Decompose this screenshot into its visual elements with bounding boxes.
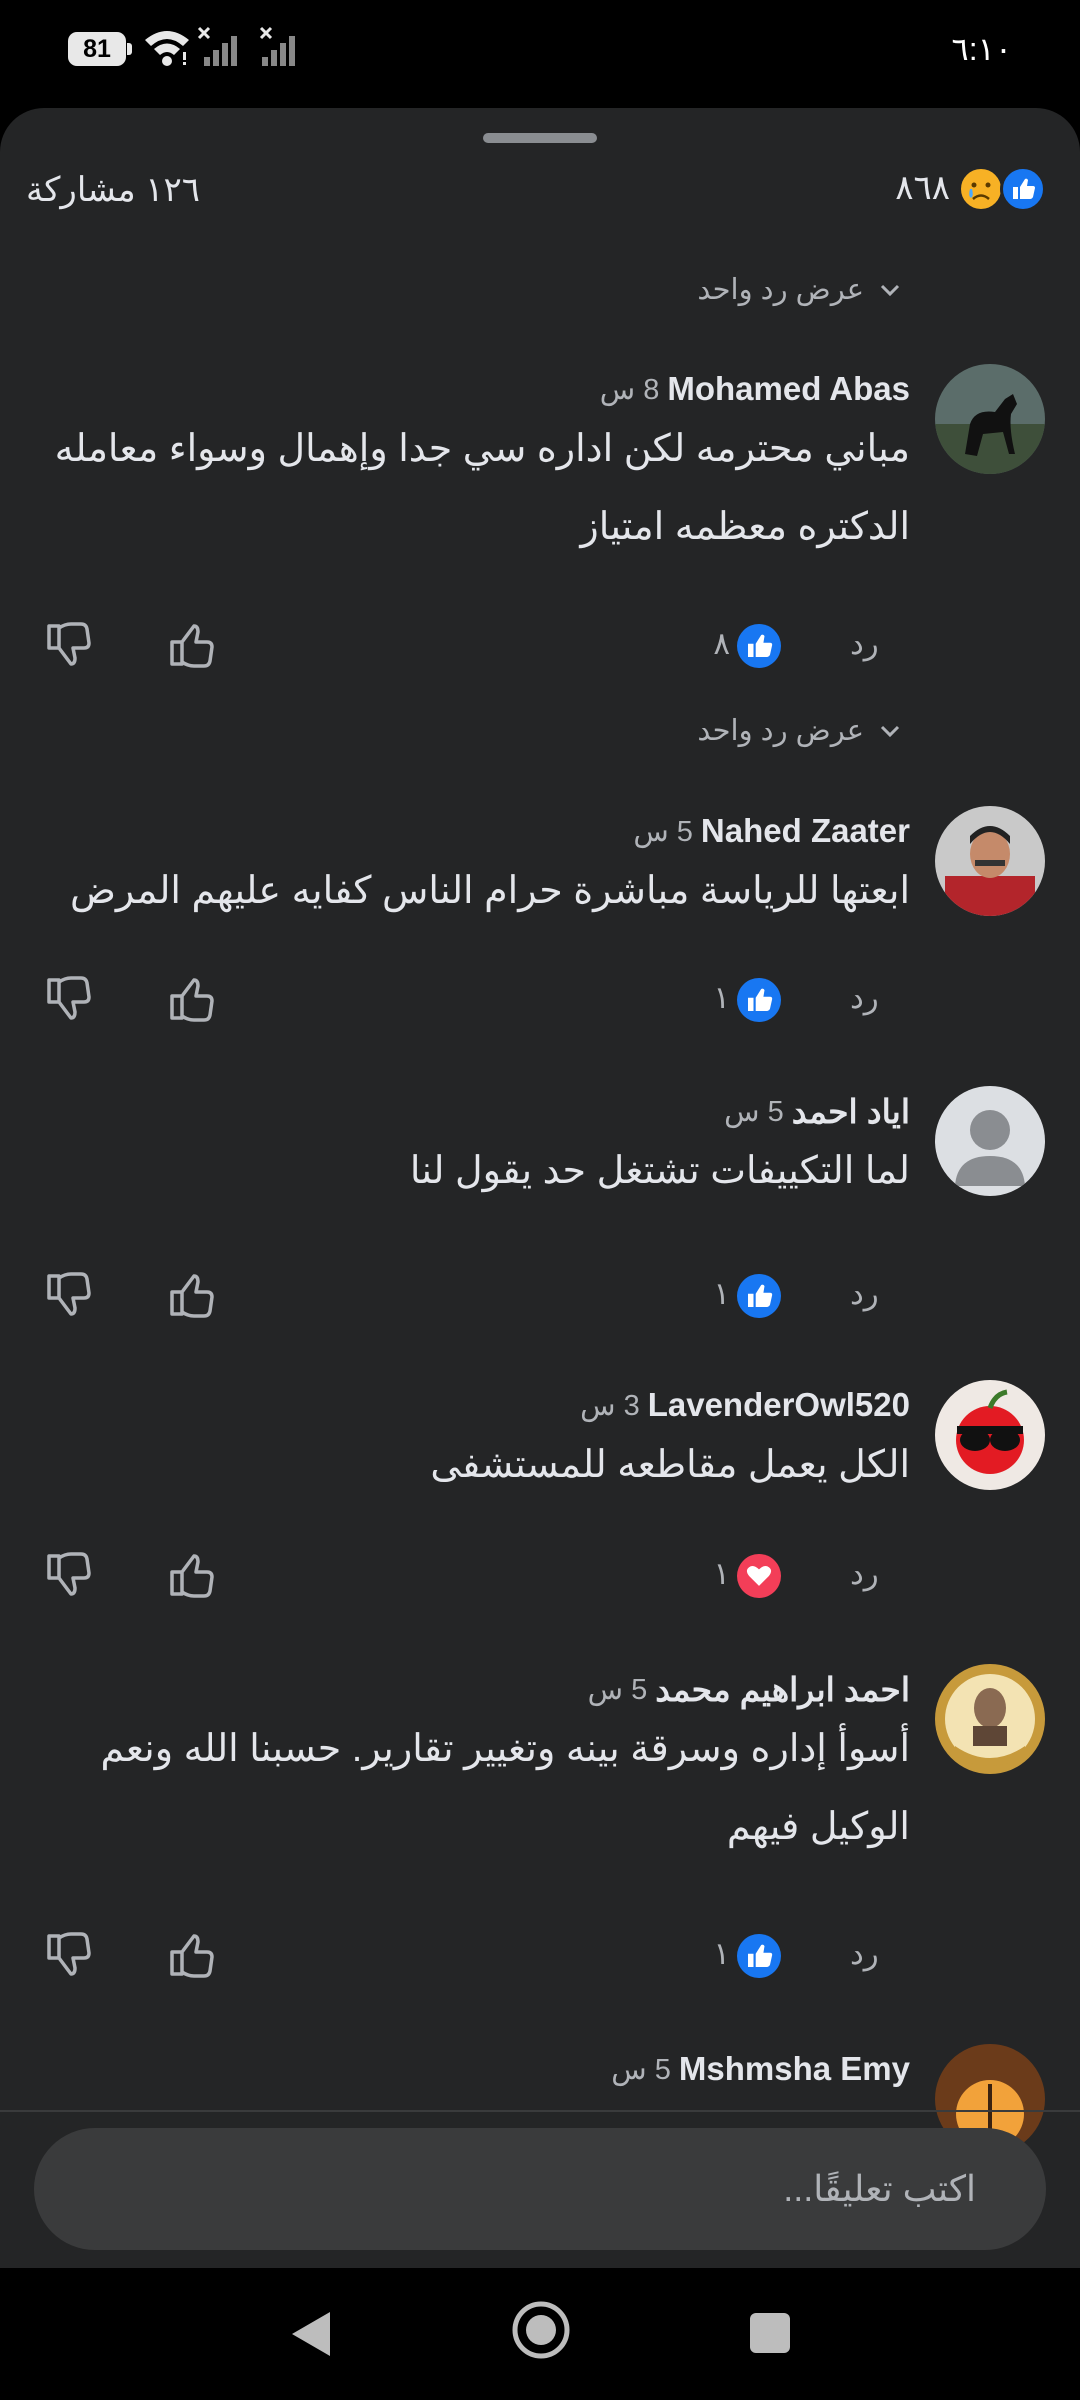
avatar[interactable] xyxy=(935,1086,1045,1196)
dislike-icon[interactable] xyxy=(45,1930,91,1980)
reply-button[interactable]: رد xyxy=(850,1556,879,1592)
comment-actions: رد ١ xyxy=(0,972,1080,1032)
signal-icon xyxy=(197,26,237,66)
dislike-icon[interactable] xyxy=(45,1550,91,1600)
avatar[interactable] xyxy=(935,364,1045,474)
dislike-icon[interactable] xyxy=(45,974,91,1024)
system-nav-bar xyxy=(0,2268,1080,2400)
back-icon[interactable] xyxy=(286,2308,336,2360)
chevron-down-icon xyxy=(880,284,900,296)
drag-handle[interactable] xyxy=(483,133,597,143)
comment-time: 8 س xyxy=(599,373,660,406)
chevron-down-icon xyxy=(880,725,900,737)
love-reaction-icon xyxy=(737,1554,781,1598)
reaction-count[interactable]: ١ xyxy=(700,1276,730,1312)
reply-button[interactable]: رد xyxy=(850,1936,879,1972)
like-reaction-icon xyxy=(737,1274,781,1318)
comment-meta: Nahed Zaater 5 س xyxy=(633,806,910,856)
reply-button[interactable]: رد xyxy=(850,980,879,1016)
reaction-count[interactable]: ١ xyxy=(700,980,730,1016)
composer-divider xyxy=(0,2110,1080,2112)
comment-time: 5 س xyxy=(724,1095,784,1128)
comment-author[interactable]: LavenderOwl520 xyxy=(648,1386,910,1424)
reaction-count: ٨٦٨ xyxy=(895,169,950,207)
comment-meta: LavenderOwl520 3 س xyxy=(580,1380,910,1430)
comment-meta: Mohamed Abas 8 س xyxy=(600,364,910,414)
comment-time: 5 س xyxy=(633,815,693,848)
comment-text: أسوأ إداره وسرقة بينه وتغيير تقارير. حسب… xyxy=(100,1728,910,1848)
comment-actions: رد ١ xyxy=(0,1928,1080,1988)
comment-actions: رد ٨ xyxy=(0,618,1080,678)
avatar[interactable] xyxy=(935,1380,1045,1490)
comment-author[interactable]: Nahed Zaater xyxy=(701,812,910,850)
reaction-count[interactable]: ٨ xyxy=(700,626,730,662)
wifi-icon xyxy=(145,31,189,66)
comment-text: مباني محترمه لكن اداره سي جدا وإهمال وسو… xyxy=(54,428,910,548)
reply-button[interactable]: رد xyxy=(850,626,879,662)
like-reaction-icon xyxy=(1000,166,1046,212)
like-reaction-icon xyxy=(737,978,781,1022)
comment-text: الكل يعمل مقاطعه للمستشفى xyxy=(430,1444,910,1486)
reply-button[interactable]: رد xyxy=(850,1276,879,1312)
comment-actions: رد ١ xyxy=(0,1268,1080,1328)
battery-indicator: 81 xyxy=(68,32,132,66)
view-replies-button[interactable]: عرض رد واحد xyxy=(697,713,904,748)
like-icon[interactable] xyxy=(168,974,214,1024)
comment-author[interactable]: Mohamed Abas xyxy=(667,370,910,408)
like-reaction-icon xyxy=(737,624,781,668)
comment-meta: Mshmsha Emy 5 س xyxy=(611,2044,910,2094)
recents-icon[interactable] xyxy=(750,2313,790,2353)
comment-author[interactable]: احمد ابراهيم محمد xyxy=(655,1670,910,1709)
dislike-icon[interactable] xyxy=(45,620,91,670)
sad-reaction-icon xyxy=(958,166,1004,212)
reaction-count[interactable]: ١ xyxy=(700,1556,730,1592)
reaction-count[interactable]: ١ xyxy=(700,1936,730,1972)
comment-meta: اياد احمد 5 س xyxy=(724,1086,910,1136)
signal-icon xyxy=(259,26,295,66)
like-icon[interactable] xyxy=(168,1550,214,1600)
view-replies-button[interactable]: عرض رد واحد xyxy=(697,272,904,307)
comment-input[interactable] xyxy=(96,2128,976,2250)
avatar[interactable] xyxy=(935,806,1045,916)
status-bar: 81 ٦:١٠ xyxy=(0,0,1080,100)
comment-text: لما التكييفات تشتغل حد يقول لنا xyxy=(409,1150,910,1192)
like-icon[interactable] xyxy=(168,1270,214,1320)
avatar[interactable] xyxy=(935,1664,1045,1774)
comments-sheet: ٨٦٨ ١٢٦ مشاركة عرض رد واحد Mohamed Abas … xyxy=(0,108,1080,2268)
shares-count[interactable]: ١٢٦ مشاركة xyxy=(26,170,200,210)
comment-time: 3 س xyxy=(580,1389,640,1422)
comment-meta: احمد ابراهيم محمد 5 س xyxy=(588,1664,910,1714)
like-reaction-icon xyxy=(737,1934,781,1978)
comment-time: 5 س xyxy=(587,1673,648,1706)
comment-composer[interactable] xyxy=(34,2128,1046,2250)
status-time: ٦:١٠ xyxy=(951,31,1012,67)
like-icon[interactable] xyxy=(168,1930,214,1980)
home-icon[interactable] xyxy=(511,2300,571,2360)
comment-author[interactable]: Mshmsha Emy xyxy=(679,2050,910,2088)
like-icon[interactable] xyxy=(168,620,214,670)
comment-time: 5 س xyxy=(611,2053,671,2086)
comment-author[interactable]: اياد احمد xyxy=(792,1092,910,1131)
comment-actions: رد ١ xyxy=(0,1548,1080,1608)
comment-text: ابعتها للرياسة مباشرة حرام الناس كفايه ع… xyxy=(69,870,910,912)
dislike-icon[interactable] xyxy=(45,1270,91,1320)
